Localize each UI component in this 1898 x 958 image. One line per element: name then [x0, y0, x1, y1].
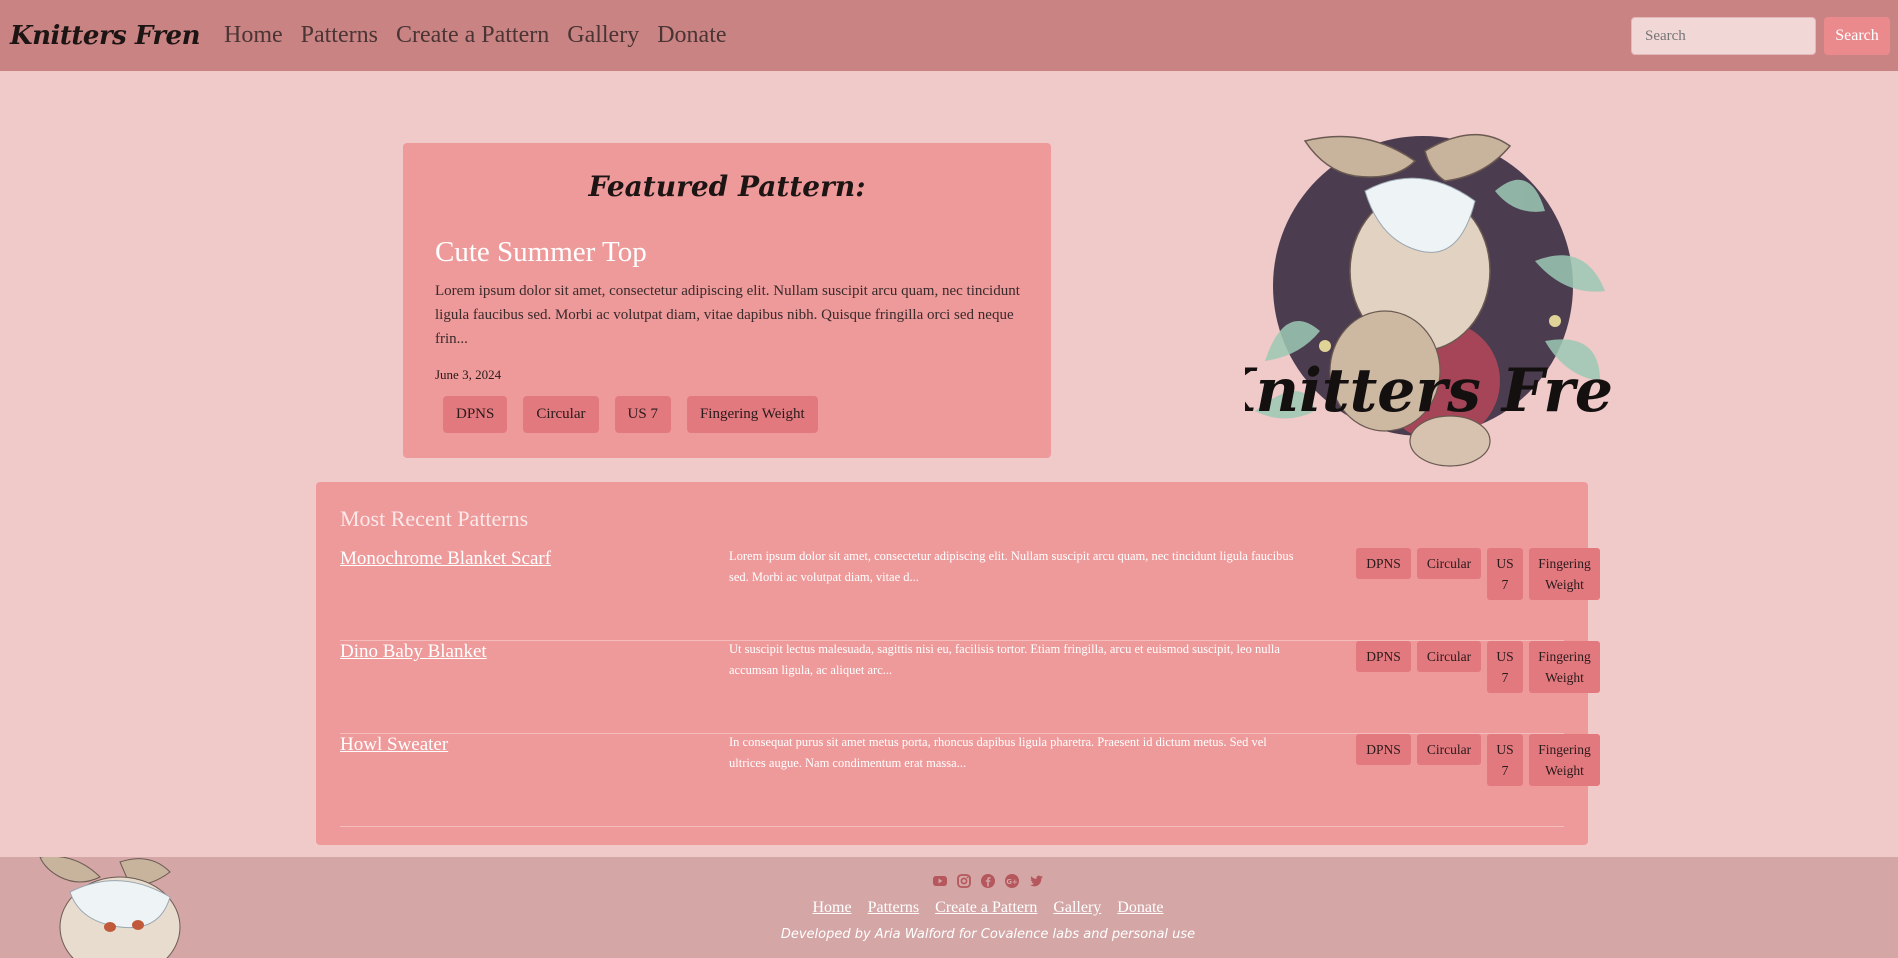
nav-links: Home Patterns Create a Pattern Gallery D…: [224, 22, 745, 49]
footer-credit: Developed by Aria Walford for Covalence …: [780, 927, 1196, 942]
nav-create-pattern-link[interactable]: Create a Pattern: [396, 22, 549, 49]
footer-patterns-link[interactable]: Patterns: [868, 899, 920, 916]
featured-description: Lorem ipsum dolor sit amet, consectetur …: [435, 283, 1020, 347]
featured-title[interactable]: Cute Summer Top: [435, 236, 647, 269]
featured-heading: Featured Pattern:: [588, 170, 866, 203]
social-links: G+: [932, 873, 1044, 889]
site-logo: Knitters Fren: [1201, 121, 1657, 476]
brand-logo[interactable]: Knitters Fren: [10, 21, 200, 51]
tag-badge[interactable]: Fingering Weight: [686, 396, 818, 433]
bunny-logo-illustration: Knitters Fren: [1201, 134, 1657, 467]
nav-patterns-link[interactable]: Patterns: [301, 22, 378, 49]
footer: G+ Home Patterns Create a Pattern Galler…: [0, 855, 1898, 958]
tag-badge[interactable]: DPNS: [1356, 641, 1411, 672]
tag-badge[interactable]: DPNS: [1356, 548, 1411, 579]
tag-badge[interactable]: US 7: [1487, 734, 1523, 786]
footer-home-link[interactable]: Home: [812, 899, 851, 916]
nav-donate-link[interactable]: Donate: [657, 22, 726, 49]
pattern-row: Dino Baby Blanket Ut suscipit lectus mal…: [340, 641, 1600, 734]
pattern-title-link[interactable]: Monochrome Blanket Scarf: [340, 548, 551, 570]
navbar: Knitters Fren Home Patterns Create a Pat…: [0, 0, 1898, 71]
tag-badge[interactable]: Circular: [1417, 734, 1481, 765]
nav-home-link[interactable]: Home: [224, 22, 283, 49]
tag-badge[interactable]: DPNS: [443, 396, 508, 433]
pattern-row: Howl Sweater In consequat purus sit amet…: [340, 734, 1600, 827]
featured-pattern-card: Featured Pattern: Cute Summer Top Lorem …: [403, 143, 1051, 458]
tag-badge[interactable]: Fingering Weight: [1529, 641, 1600, 693]
tag-badge[interactable]: Fingering Weight: [1529, 548, 1600, 600]
recent-patterns-section: Most Recent Patterns Monochrome Blanket …: [316, 482, 1600, 845]
footer-donate-link[interactable]: Donate: [1117, 899, 1163, 916]
search-button[interactable]: Search: [1824, 17, 1890, 55]
featured-date: June 3, 2024: [435, 367, 502, 382]
footer-gallery-link[interactable]: Gallery: [1053, 899, 1101, 916]
search-input[interactable]: [1631, 17, 1816, 55]
instagram-icon[interactable]: [956, 873, 972, 889]
tag-badge[interactable]: Circular: [523, 396, 599, 433]
pattern-row: Monochrome Blanket Scarf Lorem ipsum dol…: [340, 548, 1600, 641]
footer-create-pattern-link[interactable]: Create a Pattern: [935, 899, 1037, 916]
twitter-icon[interactable]: [1028, 873, 1044, 889]
tag-badge[interactable]: US 7: [614, 396, 671, 433]
featured-tags: DPNS Circular US 7 Fingering Weight: [443, 396, 818, 433]
nav-gallery-link[interactable]: Gallery: [567, 22, 639, 49]
recent-heading: Most Recent Patterns: [340, 506, 529, 531]
google-plus-icon[interactable]: G+: [1004, 873, 1020, 889]
pattern-title-link[interactable]: Howl Sweater: [340, 734, 448, 756]
tag-badge[interactable]: Circular: [1417, 641, 1481, 672]
svg-text:G+: G+: [1006, 878, 1018, 886]
youtube-icon[interactable]: [932, 873, 948, 889]
facebook-icon[interactable]: [980, 873, 996, 889]
pattern-description: Lorem ipsum dolor sit amet, consectetur …: [729, 549, 1294, 584]
logo-text: Knitters Fren: [1245, 356, 1615, 426]
pattern-title-link[interactable]: Dino Baby Blanket: [340, 641, 487, 663]
tag-badge[interactable]: US 7: [1487, 548, 1523, 600]
tag-badge[interactable]: Circular: [1417, 548, 1481, 579]
tag-badge[interactable]: US 7: [1487, 641, 1523, 693]
pattern-description: In consequat purus sit amet metus porta,…: [729, 735, 1267, 770]
tag-badge[interactable]: DPNS: [1356, 734, 1411, 765]
pattern-description: Ut suscipit lectus malesuada, sagittis n…: [729, 642, 1280, 677]
tag-badge[interactable]: Fingering Weight: [1529, 734, 1600, 786]
footer-links: Home Patterns Create a Pattern Gallery D…: [0, 899, 1898, 917]
